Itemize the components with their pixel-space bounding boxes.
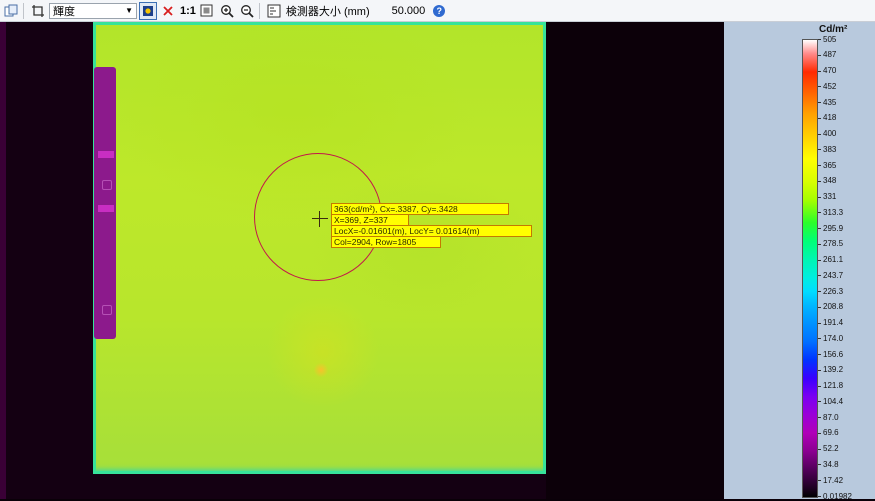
target-icon[interactable]: [139, 1, 157, 20]
scale-label: 139.2: [823, 365, 844, 375]
zoom-in-icon[interactable]: [218, 2, 236, 20]
scale-label: 243.7: [823, 270, 844, 280]
scale-label: 418: [823, 113, 837, 123]
fit-icon[interactable]: [198, 2, 216, 20]
crosshair-icon: [319, 211, 320, 227]
scale-tick: [818, 496, 821, 497]
scale-tick: [818, 401, 821, 403]
scale-label: 121.8: [823, 381, 844, 391]
scale-tick: [818, 322, 821, 324]
scale-unit-label: Cd/m²: [819, 24, 848, 35]
scale-label: 278.5: [823, 239, 844, 249]
toolbar-separator: [258, 2, 260, 19]
close-icon[interactable]: [159, 2, 177, 20]
toolbar: 輝度 ▼ 1:1 検測器大小 (mm) 50.000 ?: [0, 0, 875, 22]
scale-tick: [818, 464, 821, 466]
chevron-down-icon: ▼: [125, 6, 133, 15]
mode-select[interactable]: 輝度 ▼: [49, 2, 137, 19]
copy-icon[interactable]: [2, 2, 20, 20]
scale-tick: [818, 70, 821, 72]
measurement-pixel-readout: Col=2904, Row=1805: [331, 236, 441, 248]
scale-tick: [818, 243, 821, 245]
scale-label: 313.3: [823, 207, 844, 217]
scale-label: 156.6: [823, 349, 844, 359]
scale-label: 34.8: [823, 459, 839, 469]
scale-tick: [818, 196, 821, 198]
color-scale-panel: Cd/m² 505 487 470 452 435 418 400 383 365 348 331 3…: [724, 22, 875, 501]
scale-tick: [818, 354, 821, 356]
scale-label: 383: [823, 144, 837, 154]
scale-label: 226.3: [823, 286, 844, 296]
zoom-out-icon[interactable]: [238, 2, 256, 20]
scale-tick: [818, 480, 821, 482]
scale-label: 191.4: [823, 318, 844, 328]
scale-label: 17.42: [823, 475, 844, 485]
scale-label: 0.01982: [823, 491, 852, 501]
mode-select-value: 輝度: [53, 5, 75, 18]
scale-label: 87.0: [823, 412, 839, 422]
scale-tick: [818, 228, 821, 230]
bracket-dot: [102, 305, 112, 315]
luminance-hotspot: [314, 363, 328, 377]
scale-tick: [818, 432, 821, 434]
scale-label: 261.1: [823, 255, 844, 265]
scale-tick: [818, 86, 821, 88]
image-edge-strip: [0, 22, 6, 499]
scale-label: 331: [823, 192, 837, 202]
scale-tick: [818, 306, 821, 308]
detector-size-value[interactable]: 50.000: [392, 5, 426, 17]
scale-label: 435: [823, 97, 837, 107]
scale-tick: [818, 117, 821, 119]
scale-tick: [818, 448, 821, 450]
scale-label: 487: [823, 50, 837, 60]
scale-tick: [818, 275, 821, 277]
help-icon[interactable]: ?: [433, 4, 446, 17]
detector-size-label: 検測器大小 (mm): [285, 5, 370, 18]
bracket-dot: [102, 180, 112, 190]
scale-label: 174.0: [823, 333, 844, 343]
scale-label: 505: [823, 34, 837, 44]
scale-tick: [818, 369, 821, 371]
scale-label: 470: [823, 66, 837, 76]
scale-label: 365: [823, 160, 837, 170]
dark-background-region: [546, 22, 724, 499]
crop-icon[interactable]: [29, 2, 47, 20]
scale-tick: [818, 54, 821, 56]
scale-tick: [818, 385, 821, 387]
bracket-marker: [98, 151, 114, 158]
scale-tick: [818, 212, 821, 214]
scale-1-1-button[interactable]: 1:1: [180, 5, 196, 17]
scale-label: 104.4: [823, 396, 844, 406]
scale-tick: [818, 417, 821, 419]
scale-tick: [818, 133, 821, 135]
crosshair-icon: [312, 218, 328, 219]
scale-tick: [818, 259, 821, 261]
toolbar-separator: [23, 2, 24, 19]
scale-tick: [818, 165, 821, 167]
color-scale-bar: [802, 39, 818, 498]
bracket-marker: [98, 205, 114, 212]
scale-tick: [818, 291, 821, 293]
scale-tick: [818, 39, 821, 40]
scale-label: 348: [823, 176, 837, 186]
scale-label: 452: [823, 81, 837, 91]
scale-label: 295.9: [823, 223, 844, 233]
mounting-bracket: [94, 67, 116, 339]
scale-label: 400: [823, 129, 837, 139]
scale-tick: [818, 149, 821, 151]
scale-label: 52.2: [823, 444, 839, 454]
detector-icon[interactable]: [265, 2, 283, 20]
luminance-image-viewport[interactable]: 363(cd/m²), Cx=.3387, Cy=.3428 X=369, Z=…: [0, 22, 724, 499]
scale-label: 69.6: [823, 428, 839, 438]
scale-tick: [818, 180, 821, 182]
scale-tick: [818, 102, 821, 104]
scale-label: 208.8: [823, 302, 844, 312]
scale-tick: [818, 338, 821, 340]
